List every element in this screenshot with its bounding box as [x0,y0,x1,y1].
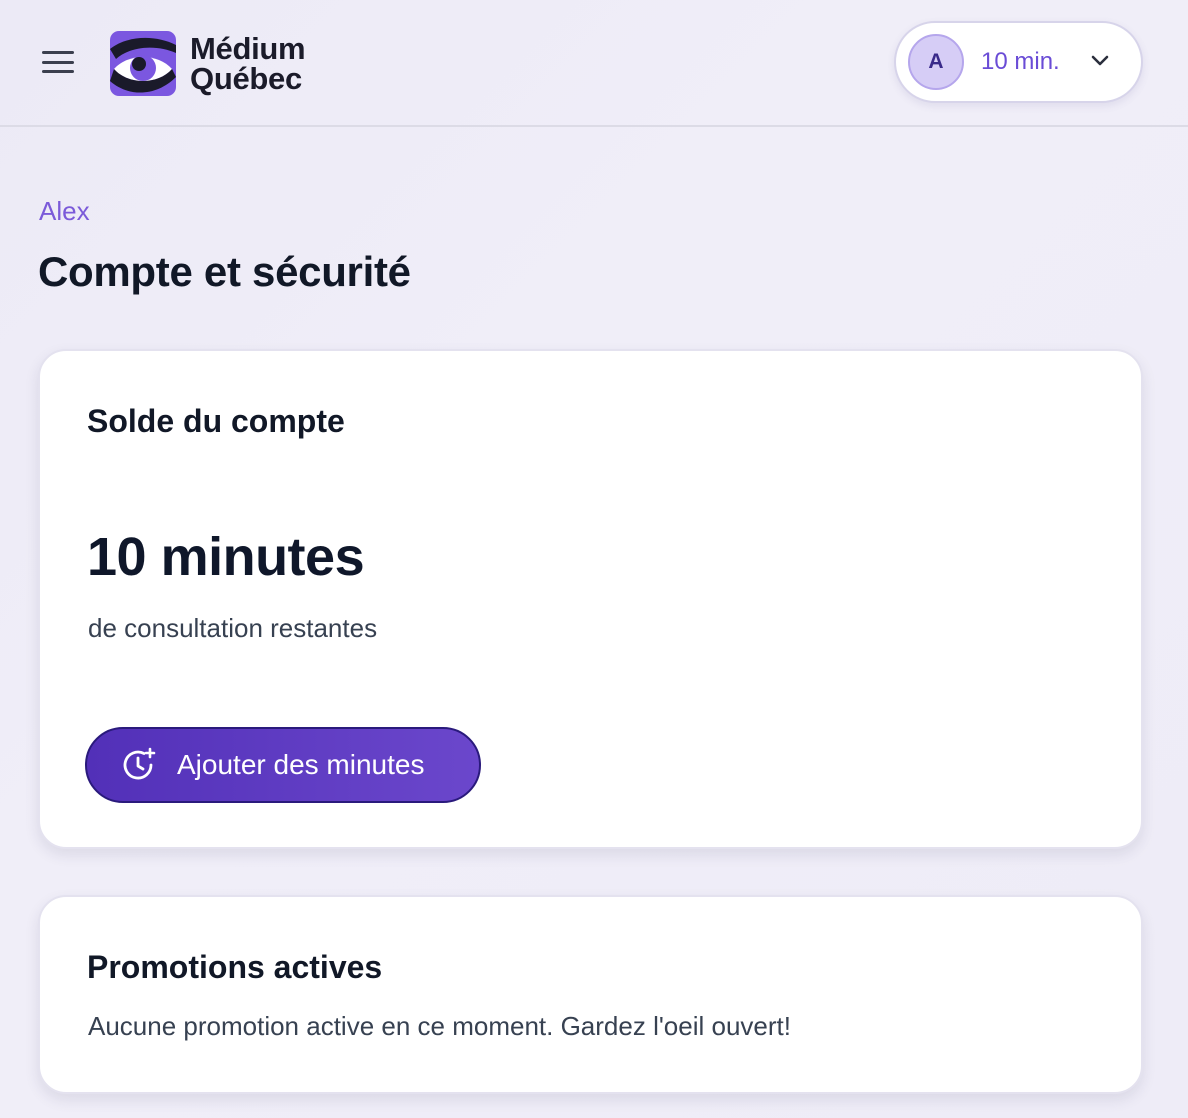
add-minutes-button[interactable]: Ajouter des minutes [85,727,481,803]
promotions-empty-text: Aucune promotion active en ce moment. Ga… [88,1011,791,1041]
clock-plus-icon [123,747,156,780]
brand-logo[interactable]: Médium Québec [110,30,306,96]
balance-value: 10 minutes [87,527,365,587]
top-bar: Médium Québec A 10 min. [0,0,1188,127]
menu-icon[interactable] [38,46,78,78]
account-balance-card: Solde du compte 10 minutes de consultati… [38,349,1143,849]
account-menu-button[interactable]: A 10 min. [894,21,1143,103]
eye-logo-icon [110,31,176,96]
card-title: Solde du compte [87,403,345,439]
active-promotions-card: Promotions actives Aucune promotion acti… [38,895,1143,1094]
page-title: Compte et sécurité [38,248,411,295]
brand-line-1: Médium [190,30,306,66]
add-minutes-label: Ajouter des minutes [177,749,425,780]
breadcrumb[interactable]: Alex [39,196,90,227]
minutes-balance-badge: 10 min. [981,48,1060,75]
chevron-down-icon [1091,55,1109,66]
card-title: Promotions actives [87,949,383,985]
brand-line-2: Québec [190,60,302,96]
balance-subtitle: de consultation restantes [88,613,378,643]
brand-name: Médium Québec [190,30,306,96]
avatar: A [908,34,964,90]
